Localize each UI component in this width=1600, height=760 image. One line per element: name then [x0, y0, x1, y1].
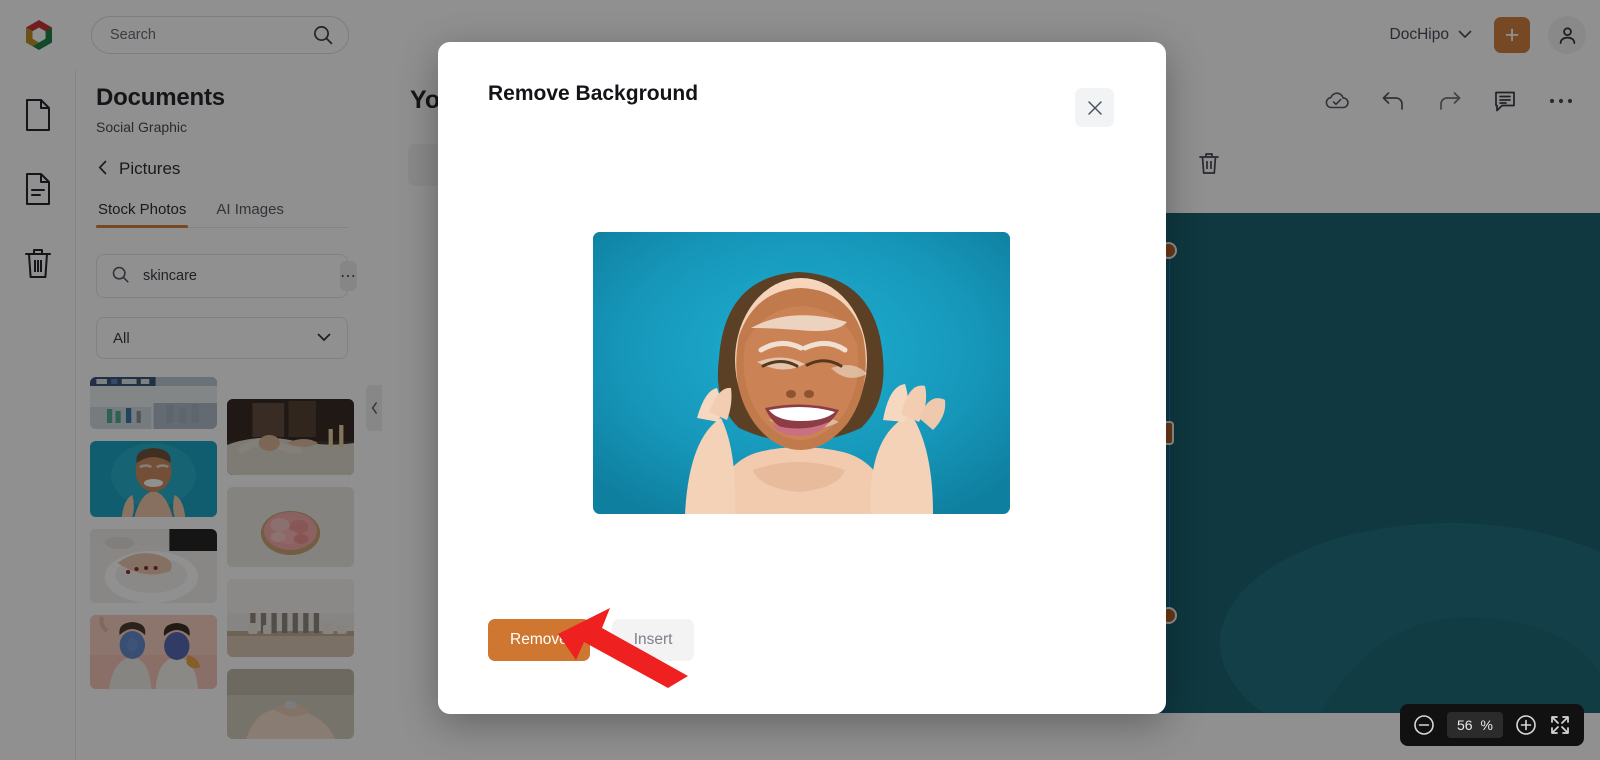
app-root: DocHipo +	[0, 0, 1600, 760]
remove-background-dialog: Remove Background Remove Insert	[438, 42, 1166, 714]
close-icon[interactable]	[1075, 88, 1114, 127]
zoom-value-field[interactable]: 56 %	[1446, 712, 1503, 738]
expand-icon[interactable]	[1549, 714, 1571, 736]
minus-circle-icon[interactable]	[1413, 714, 1435, 736]
zoom-percent-unit: %	[1480, 717, 1493, 733]
dialog-actions: Remove Insert	[488, 619, 695, 661]
insert-button[interactable]: Insert	[611, 619, 695, 661]
remove-button[interactable]: Remove	[488, 619, 590, 661]
preview-image	[593, 232, 1010, 514]
zoom-percent-value: 56	[1456, 717, 1473, 733]
dialog-title: Remove Background	[488, 82, 699, 105]
plus-circle-icon[interactable]	[1515, 714, 1537, 736]
zoom-control: 56 %	[1399, 704, 1584, 746]
